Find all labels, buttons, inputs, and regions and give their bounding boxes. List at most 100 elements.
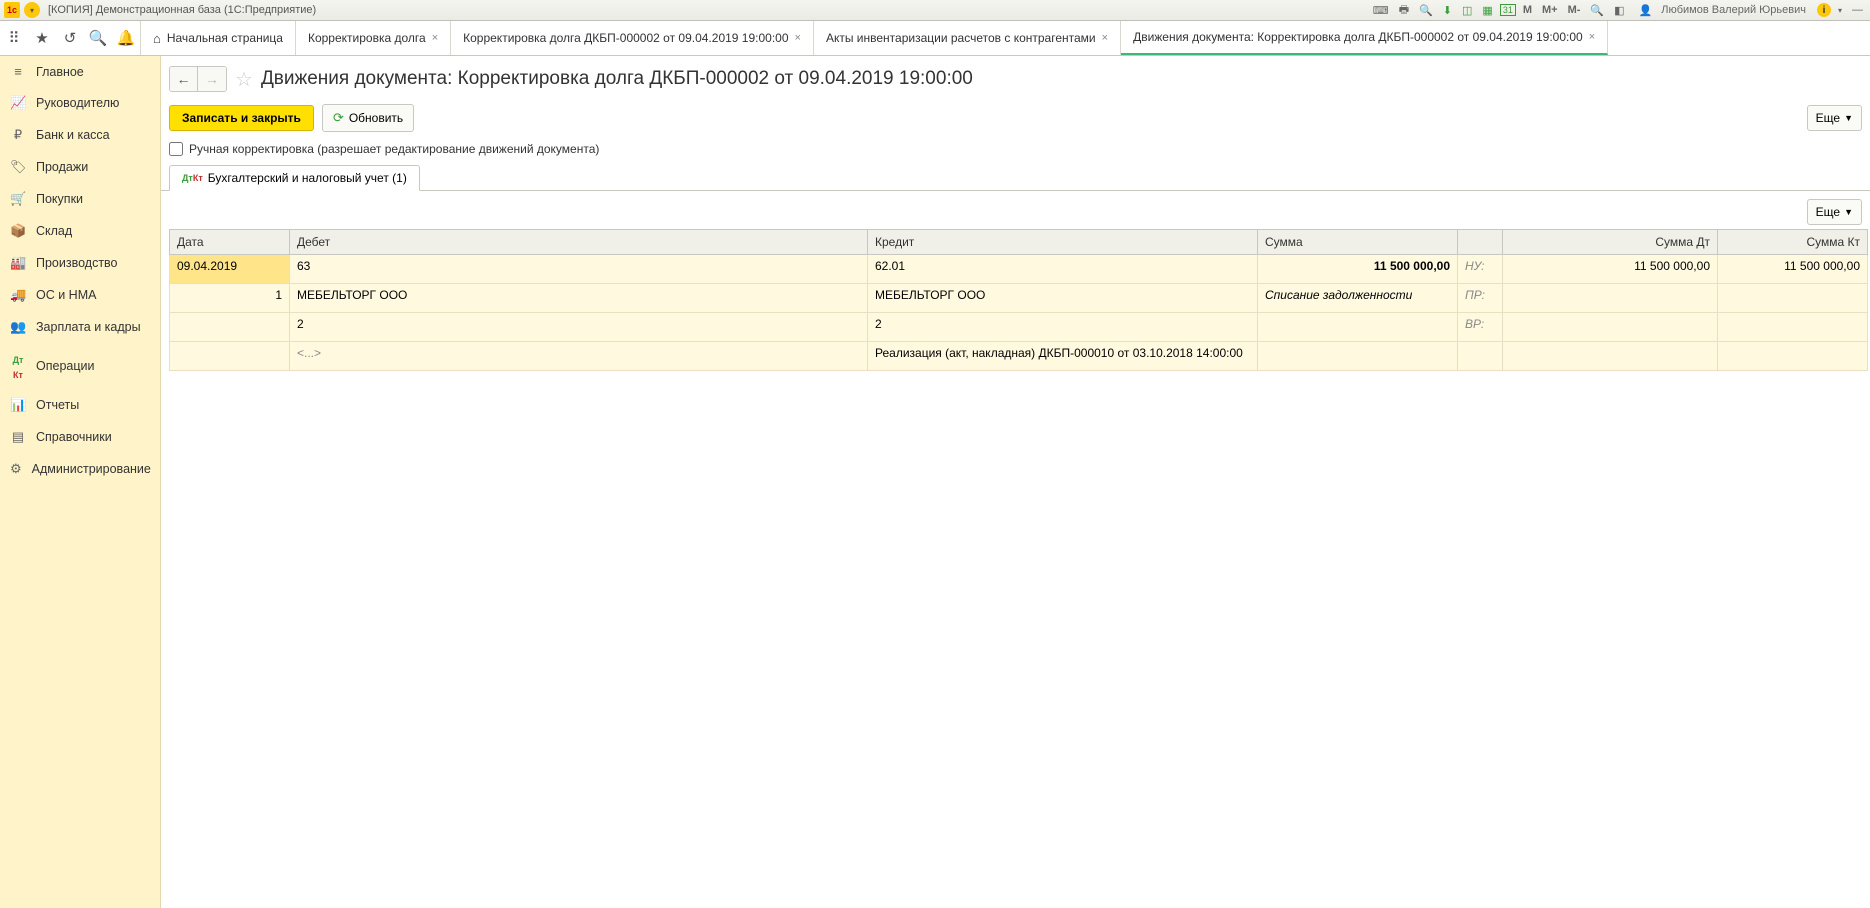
calendar-icon[interactable]: 31 <box>1500 4 1516 16</box>
user-info[interactable]: 👤 Любимов Валерий Юрьевич <box>1632 4 1813 17</box>
menu-icon: ≡ <box>10 64 26 79</box>
minimize-button[interactable]: — <box>1849 4 1866 16</box>
favorite-star-icon[interactable]: ☆ <box>235 67 253 92</box>
refresh-icon: ⟳ <box>333 110 344 126</box>
chevron-down-icon: ▼ <box>1844 113 1853 123</box>
sidebar-item-sales[interactable]: 🏷Продажи <box>0 151 160 183</box>
favorites-icon[interactable]: ★ <box>28 21 56 55</box>
sidebar-item-refs[interactable]: ▤Справочники <box>0 421 160 453</box>
info-dropdown-icon[interactable]: ▾ <box>1835 6 1845 15</box>
col-tax-label[interactable] <box>1458 230 1503 255</box>
grid-action-bar: Еще ▼ <box>161 191 1870 229</box>
sidebar-item-salary[interactable]: 👥Зарплата и кадры <box>0 311 160 343</box>
sidebar-item-warehouse[interactable]: 📦Склад <box>0 215 160 247</box>
sidebar-item-admin[interactable]: ⚙Администрирование <box>0 453 160 485</box>
compare-icon[interactable]: ◫ <box>1459 4 1475 17</box>
preview-icon[interactable]: 🔍 <box>1416 4 1436 17</box>
refresh-label: Обновить <box>349 111 403 125</box>
cell-desc: Списание задолженности <box>1258 284 1458 313</box>
cell-nu-dt: 11 500 000,00 <box>1503 255 1718 284</box>
sidebar-item-purchases[interactable]: 🛒Покупки <box>0 183 160 215</box>
action-bar: Записать и закрыть ⟳ Обновить Еще ▼ <box>161 100 1870 142</box>
bars-icon: 📊 <box>10 397 26 413</box>
apps-icon[interactable]: ⠿ <box>0 21 28 55</box>
more-button[interactable]: Еще ▼ <box>1807 105 1862 131</box>
dtkt-icon: ДтКт <box>10 351 26 381</box>
col-credit[interactable]: Кредит <box>868 230 1258 255</box>
sidebar-item-operations[interactable]: ДтКт Операции <box>0 343 160 389</box>
sidebar-item-manager[interactable]: 📈Руководителю <box>0 87 160 119</box>
save-close-button[interactable]: Записать и закрыть <box>169 105 314 131</box>
memory-mplus[interactable]: M+ <box>1539 4 1561 16</box>
cell-empty <box>1718 342 1868 371</box>
sidebar-item-production[interactable]: 🏭Производство <box>0 247 160 279</box>
col-date[interactable]: Дата <box>170 230 290 255</box>
tab-home[interactable]: ⌂ Начальная страница <box>141 21 296 55</box>
book-icon: ▤ <box>10 429 26 445</box>
sidebar-item-main[interactable]: ≡Главное <box>0 56 160 87</box>
calculator-icon[interactable]: ▦ <box>1479 4 1495 17</box>
close-icon[interactable]: × <box>795 32 801 44</box>
cell-rownum: 1 <box>170 284 290 313</box>
refresh-button[interactable]: ⟳ Обновить <box>322 104 414 132</box>
close-icon[interactable]: × <box>1589 31 1595 43</box>
sidebar-item-label: Отчеты <box>36 398 79 412</box>
col-sumkt[interactable]: Сумма Кт <box>1718 230 1868 255</box>
col-sum[interactable]: Сумма <box>1258 230 1458 255</box>
cell-empty <box>170 313 290 342</box>
keyboard-icon[interactable]: ⌨ <box>1370 4 1392 17</box>
inner-tabs: ДтКт Бухгалтерский и налоговый учет (1) <box>161 164 1870 191</box>
cell-empty <box>1258 313 1458 342</box>
sidebar-item-assets[interactable]: 🚚ОС и НМА <box>0 279 160 311</box>
tab-inventory-acts[interactable]: Акты инвентаризации расчетов с контраген… <box>814 21 1121 55</box>
notifications-icon[interactable]: 🔔 <box>112 21 140 55</box>
more-label: Еще <box>1816 205 1840 219</box>
cell-empty <box>170 342 290 371</box>
sidebar-item-bank[interactable]: ₽Банк и касса <box>0 119 160 151</box>
table-row[interactable]: 2 2 ВР: <box>170 313 1868 342</box>
app-menu-dropdown[interactable]: ▾ <box>24 2 40 18</box>
col-sumdt[interactable]: Сумма Дт <box>1503 230 1718 255</box>
search-icon[interactable]: 🔍 <box>84 21 112 55</box>
nav-buttons: ← → <box>169 66 227 92</box>
home-icon: ⌂ <box>153 31 161 46</box>
close-icon[interactable]: × <box>1102 32 1108 44</box>
tab-correction[interactable]: Корректировка долга × <box>296 21 451 55</box>
close-icon[interactable]: × <box>432 32 438 44</box>
sidebar-item-reports[interactable]: 📊 Отчеты <box>0 389 160 421</box>
memory-mminus[interactable]: M- <box>1565 4 1584 16</box>
download-icon[interactable]: ⬇ <box>1440 4 1455 17</box>
main-layout: ≡Главное 📈Руководителю ₽Банк и касса 🏷Пр… <box>0 56 1870 908</box>
table-row[interactable]: 1 МЕБЕЛЬТОРГ ООО МЕБЕЛЬТОРГ ООО Списание… <box>170 284 1868 313</box>
sidebar-item-label: Склад <box>36 224 72 238</box>
panel-icon[interactable]: ◧ <box>1611 4 1627 17</box>
content: ← → ☆ Движения документа: Корректировка … <box>161 56 1870 908</box>
table-row[interactable]: 09.04.2019 63 62.01 11 500 000,00 НУ: 11… <box>170 255 1868 284</box>
grid-more-button[interactable]: Еще ▼ <box>1807 199 1862 225</box>
memory-m[interactable]: M <box>1520 4 1535 16</box>
cell-credit-acc: 62.01 <box>868 255 1258 284</box>
zoom-icon[interactable]: 🔍 <box>1587 4 1607 17</box>
tab-correction-doc[interactable]: Корректировка долга ДКБП-000002 от 09.04… <box>451 21 814 55</box>
manual-correction-checkbox[interactable] <box>169 142 183 156</box>
sidebar-item-label: Администрирование <box>32 462 151 476</box>
history-icon[interactable]: ↺ <box>56 21 84 55</box>
forward-button[interactable]: → <box>198 67 226 91</box>
print-icon[interactable]: 🖶 <box>1396 1 1412 20</box>
cell-debit-acc: 63 <box>290 255 868 284</box>
cell-credit-sub2: 2 <box>868 313 1258 342</box>
tab-movements[interactable]: Движения документа: Корректировка долга … <box>1121 21 1608 55</box>
cell-nu-kt: 11 500 000,00 <box>1718 255 1868 284</box>
cell-sum: 11 500 000,00 <box>1258 255 1458 284</box>
col-debit[interactable]: Дебет <box>290 230 868 255</box>
accounting-grid[interactable]: Дата Дебет Кредит Сумма Сумма Дт Сумма К… <box>169 229 1868 371</box>
inner-tab-accounting[interactable]: ДтКт Бухгалтерский и налоговый учет (1) <box>169 165 420 191</box>
truck-icon: 🚚 <box>10 287 26 303</box>
factory-icon: 🏭 <box>10 255 26 271</box>
back-button[interactable]: ← <box>170 67 198 91</box>
sidebar-item-label: Операции <box>36 359 94 373</box>
info-icon[interactable]: i <box>1817 3 1831 17</box>
cell-pr-dt <box>1503 284 1718 313</box>
table-row[interactable]: <...> Реализация (акт, накладная) ДКБП-0… <box>170 342 1868 371</box>
cell-empty <box>1458 342 1503 371</box>
